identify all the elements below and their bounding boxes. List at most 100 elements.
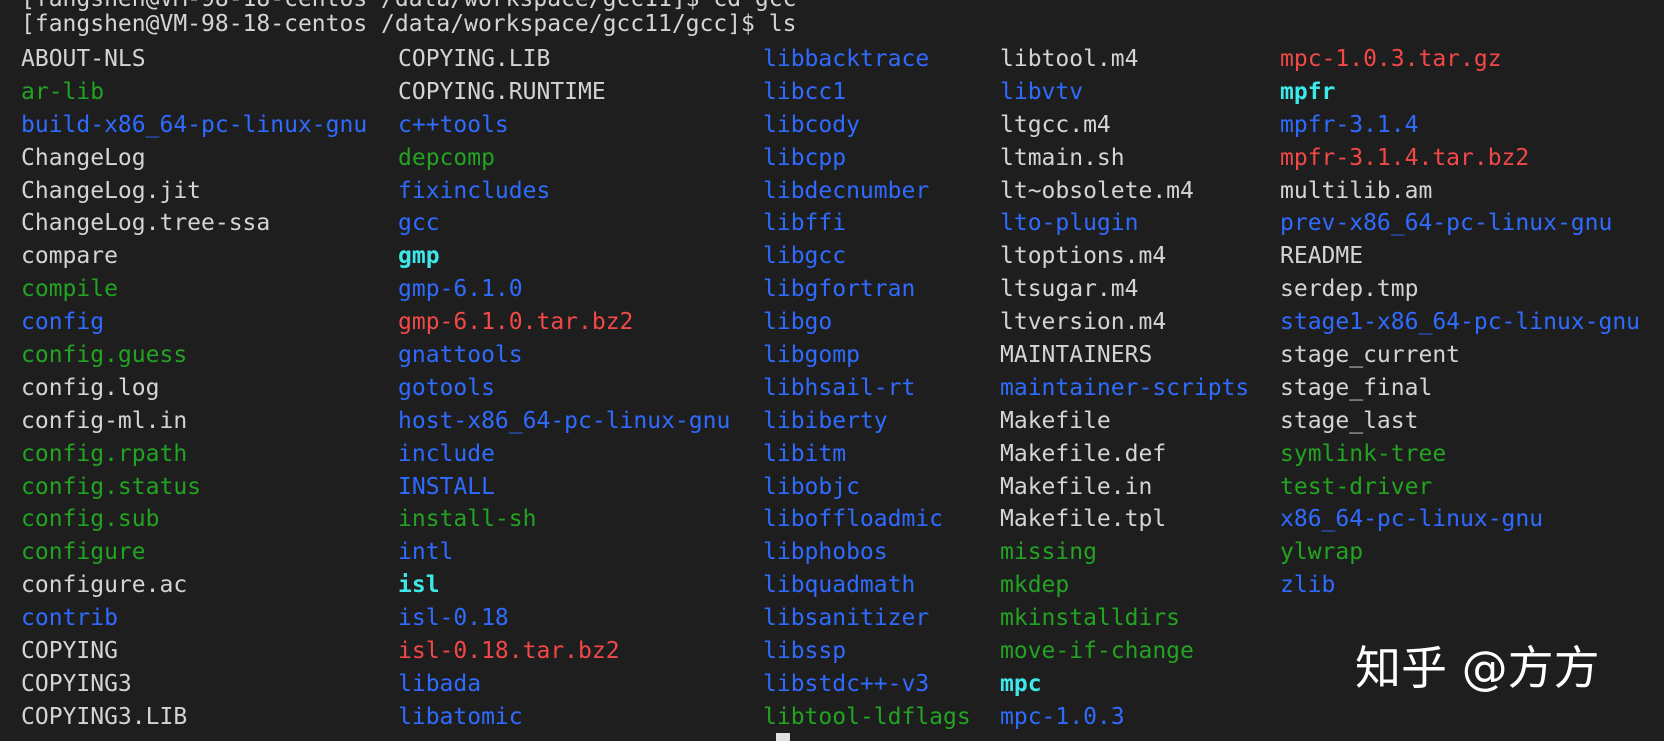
file-entry: ltversion.m4 bbox=[1000, 309, 1167, 336]
file-entry: libphobos bbox=[763, 539, 888, 566]
ls-output-column-1: ABOUT-NLS ar-lib build-x86_64-pc-linux-gnu… bbox=[21, 43, 367, 734]
file-entry: libada bbox=[398, 670, 482, 697]
file-entry: stage_final bbox=[1280, 374, 1433, 401]
file-entry: isl-0.18.tar.bz2 bbox=[398, 638, 620, 665]
file-entry: libquadmath bbox=[763, 572, 916, 599]
file-entry: config-ml.in bbox=[21, 407, 188, 434]
file-entry: fixincludes bbox=[398, 177, 551, 204]
file-entry: zlib bbox=[1280, 572, 1336, 599]
file-entry: move-if-change bbox=[1000, 638, 1194, 665]
file-entry: libvtv bbox=[1000, 78, 1084, 105]
file-entry: config.sub bbox=[21, 506, 160, 533]
file-entry: libbacktrace bbox=[763, 46, 930, 72]
file-entry: libcpp bbox=[763, 144, 847, 171]
file-entry: mpfr-3.1.4 bbox=[1280, 111, 1419, 138]
file-entry: ar-lib bbox=[21, 78, 105, 105]
file-entry: ltmain.sh bbox=[1000, 144, 1125, 171]
file-entry: configure bbox=[21, 539, 146, 566]
file-entry: Makefile.in bbox=[1000, 473, 1153, 500]
file-entry: libstdc++-v3 bbox=[763, 670, 930, 697]
ls-output-column-2: COPYING.LIB COPYING.RUNTIME c++tools depcom… bbox=[398, 43, 730, 734]
file-entry: mpfr bbox=[1280, 78, 1336, 105]
file-entry: test-driver bbox=[1280, 473, 1433, 500]
file-entry: libtool-ldflags bbox=[763, 703, 971, 730]
file-entry: COPYING.RUNTIME bbox=[398, 78, 606, 105]
file-entry: mpc-1.0.3 bbox=[1000, 703, 1125, 730]
file-entry: gmp-6.1.0 bbox=[398, 276, 523, 303]
file-entry: libsanitizer bbox=[763, 605, 930, 632]
file-entry: stage1-x86_64-pc-linux-gnu bbox=[1280, 309, 1641, 336]
file-entry: config.guess bbox=[21, 342, 188, 369]
file-entry: gnattools bbox=[398, 342, 523, 369]
file-entry: compare bbox=[21, 243, 118, 270]
file-entry: MAINTAINERS bbox=[1000, 342, 1153, 369]
file-entry: build-x86_64-pc-linux-gnu bbox=[21, 111, 368, 138]
file-entry: mpc-1.0.3.tar.gz bbox=[1280, 46, 1502, 72]
file-entry: libcc1 bbox=[763, 78, 847, 105]
file-entry: COPYING bbox=[21, 638, 118, 665]
file-entry: Makefile.tpl bbox=[1000, 506, 1167, 533]
file-entry: intl bbox=[398, 539, 454, 566]
file-entry: config.log bbox=[21, 374, 160, 401]
file-entry: stage_current bbox=[1280, 342, 1461, 369]
file-entry: ChangeLog bbox=[21, 144, 146, 171]
file-entry: mkinstalldirs bbox=[1000, 605, 1181, 632]
file-entry: ChangeLog.jit bbox=[21, 177, 202, 204]
file-entry: config bbox=[21, 309, 105, 336]
file-entry: libatomic bbox=[398, 703, 523, 730]
file-entry: serdep.tmp bbox=[1280, 276, 1419, 303]
ls-output-column-3: libbacktrace libcc1 libcody libcpp libdecnum… bbox=[763, 43, 971, 734]
file-entry: missing bbox=[1000, 539, 1097, 566]
file-entry: ABOUT-NLS bbox=[21, 46, 146, 72]
ls-output-column-4: libtool.m4 libvtv ltgcc.m4 ltmain.sh lt~obso… bbox=[1000, 43, 1249, 734]
file-entry: contrib bbox=[21, 605, 118, 632]
file-entry: gmp bbox=[398, 243, 440, 270]
file-entry: c++tools bbox=[398, 111, 509, 138]
file-entry: ltoptions.m4 bbox=[1000, 243, 1167, 270]
file-entry: compile bbox=[21, 276, 118, 303]
file-entry: COPYING3.LIB bbox=[21, 703, 188, 730]
file-entry: gcc bbox=[398, 210, 440, 237]
ls-output-column-5: mpc-1.0.3.tar.gz mpfr mpfr-3.1.4 mpfr-3.1.4… bbox=[1280, 43, 1640, 602]
file-entry: libtool.m4 bbox=[1000, 46, 1139, 72]
file-entry: install-sh bbox=[398, 506, 537, 533]
file-entry: COPYING3 bbox=[21, 670, 132, 697]
file-entry: README bbox=[1280, 243, 1364, 270]
terminal-cursor bbox=[776, 733, 790, 741]
file-entry: gotools bbox=[398, 374, 495, 401]
file-entry: config.status bbox=[21, 473, 202, 500]
file-entry: mpfr-3.1.4.tar.bz2 bbox=[1280, 144, 1530, 171]
file-entry: ltgcc.m4 bbox=[1000, 111, 1111, 138]
file-entry: libgomp bbox=[763, 342, 860, 369]
file-entry: libgcc bbox=[763, 243, 847, 270]
file-entry: Makefile.def bbox=[1000, 440, 1167, 467]
file-entry: Makefile bbox=[1000, 407, 1111, 434]
file-entry: libssp bbox=[763, 638, 847, 665]
file-entry: multilib.am bbox=[1280, 177, 1433, 204]
file-entry: libitm bbox=[763, 440, 847, 467]
shell-prompt-line: [fangshen@VM-98-18-centos /data/workspac… bbox=[21, 11, 797, 37]
file-entry: libobjc bbox=[763, 473, 860, 500]
file-entry: gmp-6.1.0.tar.bz2 bbox=[398, 309, 634, 336]
file-entry: symlink-tree bbox=[1280, 440, 1447, 467]
file-entry: liboffloadmic bbox=[763, 506, 944, 533]
file-entry: mkdep bbox=[1000, 572, 1070, 599]
file-entry: include bbox=[398, 440, 495, 467]
file-entry: isl-0.18 bbox=[398, 605, 509, 632]
file-entry: COPYING.LIB bbox=[398, 46, 551, 72]
file-entry: libiberty bbox=[763, 407, 888, 434]
watermark-logo: 知乎 @方方 bbox=[1355, 641, 1600, 695]
file-entry: ylwrap bbox=[1280, 539, 1364, 566]
file-entry: libhsail-rt bbox=[763, 374, 916, 401]
file-entry: prev-x86_64-pc-linux-gnu bbox=[1280, 210, 1613, 237]
file-entry: ltsugar.m4 bbox=[1000, 276, 1139, 303]
terminal-window[interactable]: [fangshen@VM-98-18-centos /data/workspac… bbox=[0, 0, 1664, 741]
file-entry: depcomp bbox=[398, 144, 495, 171]
file-entry: configure.ac bbox=[21, 572, 188, 599]
file-entry: config.rpath bbox=[21, 440, 188, 467]
file-entry: libgfortran bbox=[763, 276, 916, 303]
file-entry: maintainer-scripts bbox=[1000, 374, 1250, 401]
file-entry: INSTALL bbox=[398, 473, 495, 500]
file-entry: ChangeLog.tree-ssa bbox=[21, 210, 271, 237]
file-entry: lt~obsolete.m4 bbox=[1000, 177, 1194, 204]
